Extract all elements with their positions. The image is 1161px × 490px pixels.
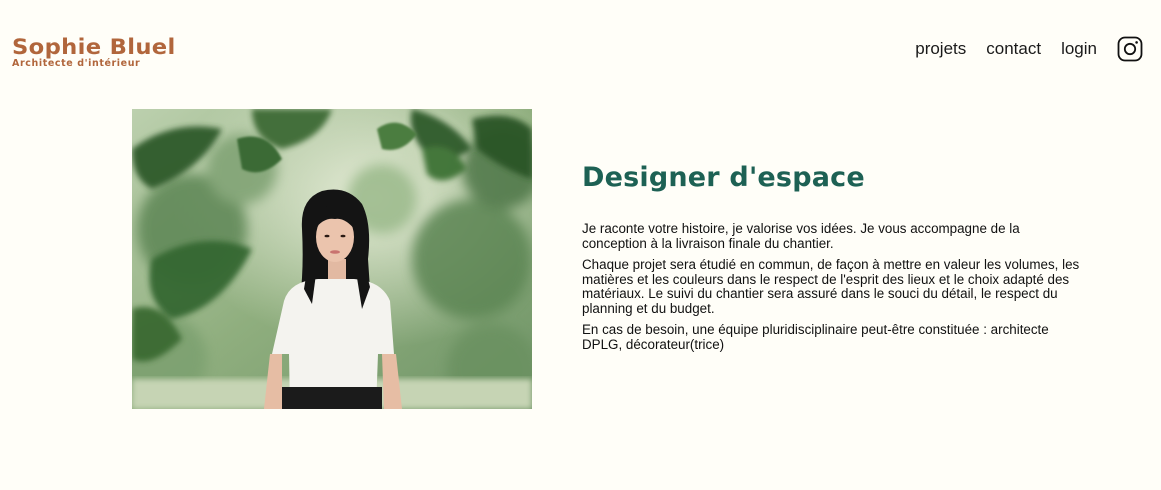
nav-link-projets[interactable]: projets bbox=[915, 36, 966, 62]
intro-paragraph: Chaque projet sera étudié en commun, de … bbox=[582, 257, 1080, 316]
intro-title: Designer d'espace bbox=[582, 162, 865, 193]
logo[interactable]: Sophie Bluel Architecte d'intérieur bbox=[12, 36, 175, 70]
intro-text: Je raconte votre histoire, je valorise v… bbox=[582, 221, 1082, 352]
logo-name: Sophie Bluel bbox=[12, 35, 176, 59]
architect-photo bbox=[132, 109, 532, 409]
nav-link-login[interactable]: login bbox=[1061, 36, 1097, 62]
intro-paragraph: En cas de besoin, une équipe pluridiscip… bbox=[582, 322, 1049, 352]
main-nav: projets contact login bbox=[895, 36, 1143, 62]
instagram-icon[interactable] bbox=[1117, 36, 1143, 62]
logo-subtitle: Architecte d'intérieur bbox=[12, 58, 141, 69]
intro-section: Designer d'espace Je raconte votre histo… bbox=[582, 160, 1082, 359]
site-header: Sophie Bluel Architecte d'intérieur proj… bbox=[0, 0, 1161, 90]
nav-link-contact[interactable]: contact bbox=[986, 36, 1041, 62]
intro-paragraph: Je raconte votre histoire, je valorise v… bbox=[582, 221, 1020, 251]
